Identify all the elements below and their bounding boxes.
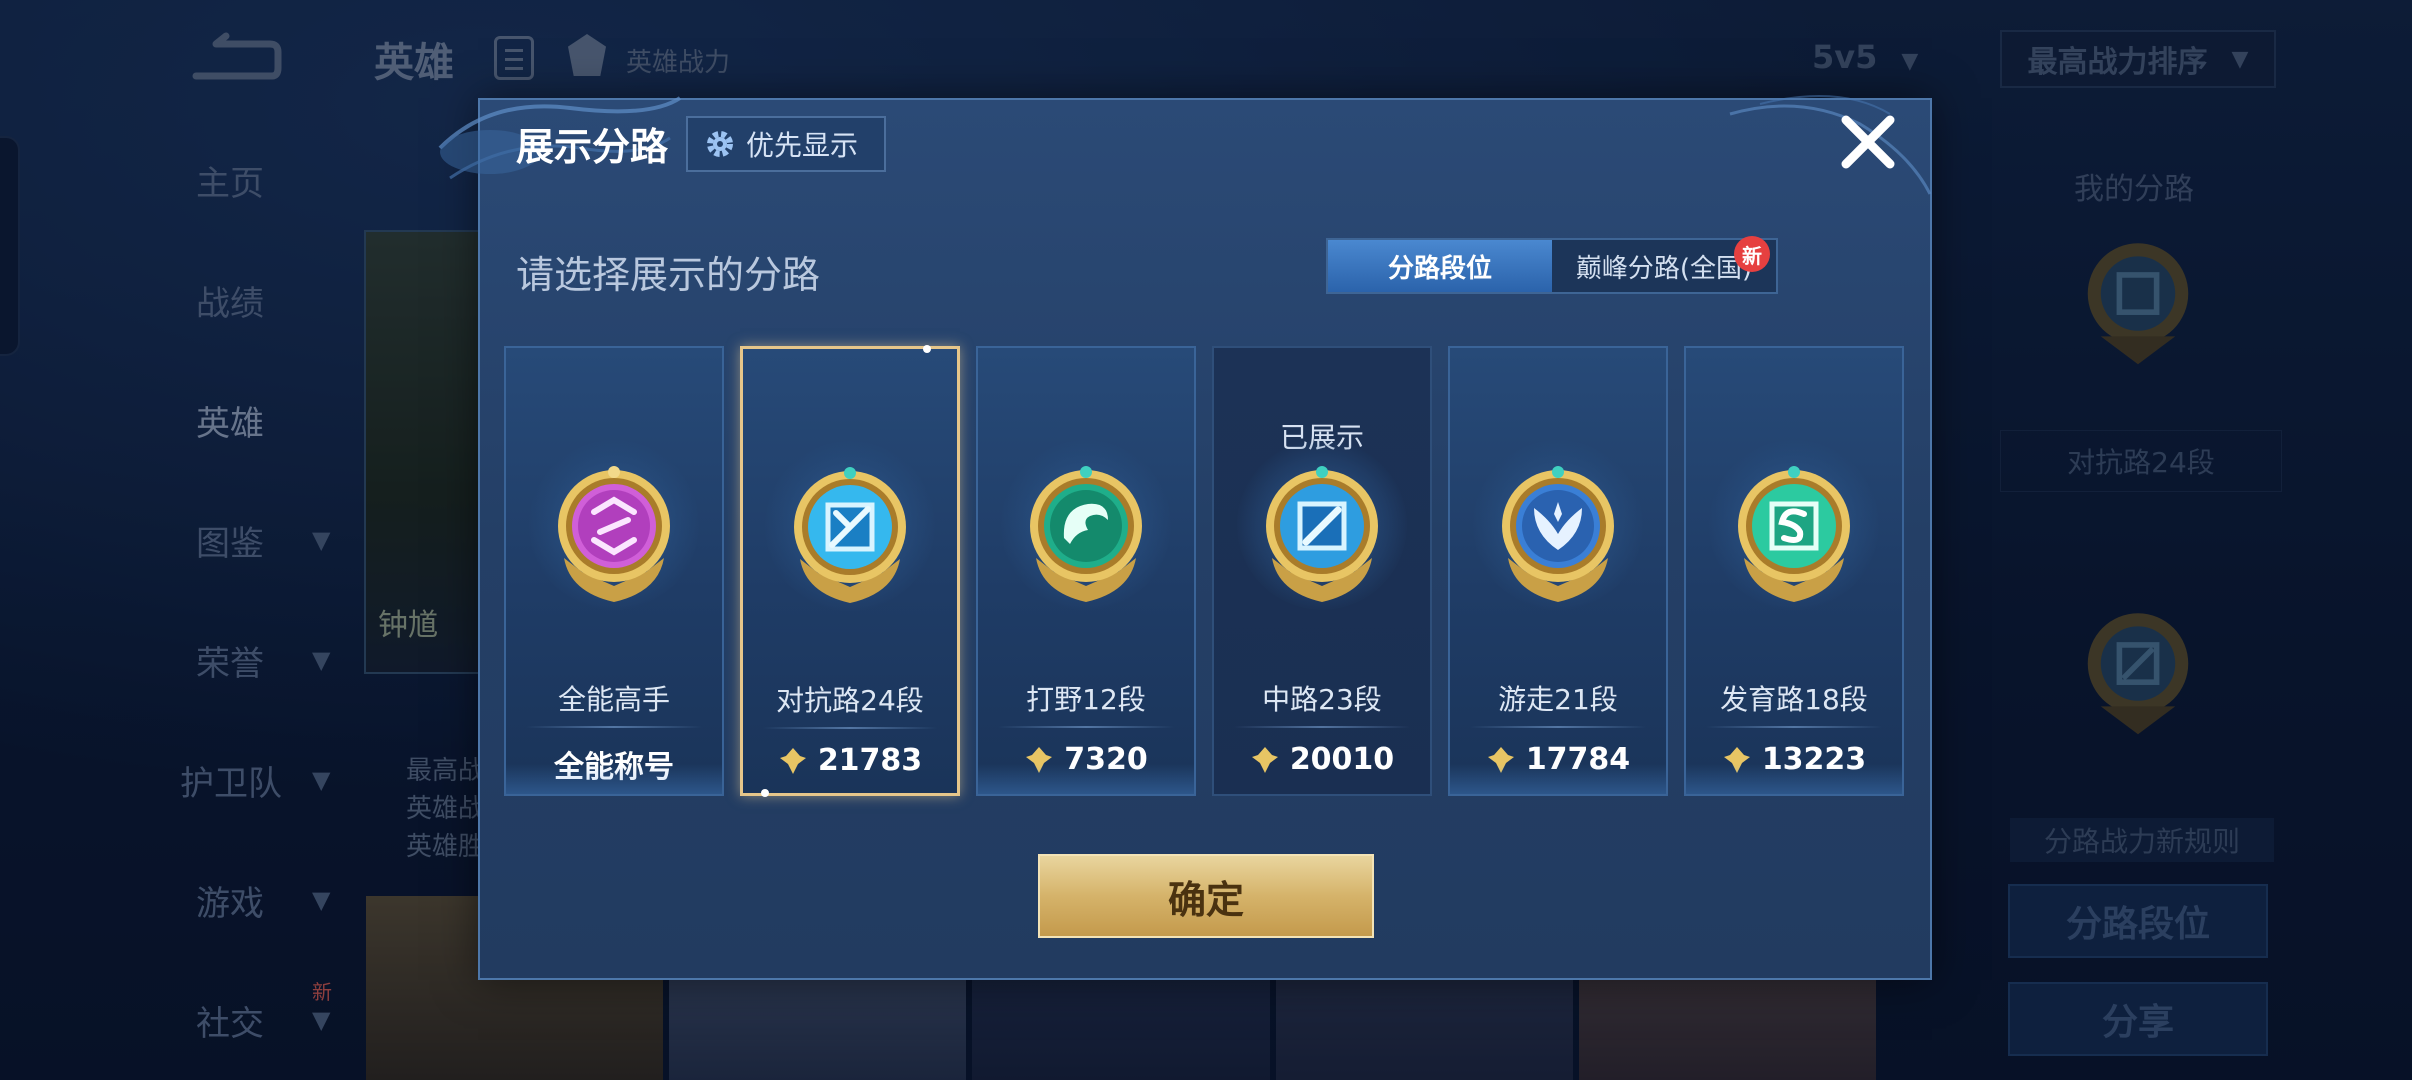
all-round-badge-icon bbox=[558, 466, 670, 602]
lane-score: 21783 bbox=[743, 743, 957, 778]
lane-tab-switch: 分路段位 巅峰分路(全国) bbox=[1326, 238, 1778, 294]
dialog-title: 展示分路 bbox=[516, 125, 669, 169]
lane-card-mid-lane[interactable]: 已展示 中路23段 20010 bbox=[1212, 346, 1432, 796]
lane-card-list: 全能高手 全能称号 对抗路24段 21783 bbox=[504, 345, 1908, 797]
new-badge: 新 bbox=[1734, 236, 1770, 272]
gear-icon bbox=[707, 131, 733, 157]
lane-score: 20010 bbox=[1214, 742, 1430, 777]
lane-name: 游走21段 bbox=[1498, 683, 1618, 716]
power-icon bbox=[779, 747, 806, 774]
lane-name: 中路23段 bbox=[1262, 683, 1382, 716]
lane-card-jungle[interactable]: 打野12段 7320 bbox=[976, 346, 1196, 796]
lane-name: 全能高手 bbox=[557, 683, 670, 716]
confirm-button[interactable]: 确定 bbox=[1038, 854, 1374, 938]
lane-name: 对抗路24段 bbox=[776, 684, 924, 717]
close-icon[interactable] bbox=[1838, 112, 1898, 172]
clash-lane-badge-icon bbox=[794, 467, 906, 603]
lane-card-all-round[interactable]: 全能高手 全能称号 bbox=[504, 346, 724, 796]
tab-lane-rank[interactable]: 分路段位 bbox=[1328, 240, 1552, 292]
lane-card-roam[interactable]: 游走21段 17784 bbox=[1448, 346, 1668, 796]
decorative-swirl-icon bbox=[1729, 95, 1932, 195]
dialog-subtitle: 请选择展示的分路 bbox=[516, 253, 821, 297]
lane-card-farm-lane[interactable]: 发育路18段 13223 bbox=[1684, 346, 1904, 796]
power-icon bbox=[1251, 746, 1278, 773]
roam-badge-icon bbox=[1502, 466, 1614, 602]
jungle-badge-icon bbox=[1030, 466, 1142, 602]
farm-lane-badge-icon bbox=[1738, 466, 1850, 602]
lane-name: 打野12段 bbox=[1026, 683, 1146, 716]
lane-name: 发育路18段 bbox=[1720, 683, 1868, 716]
lane-card-clash-lane[interactable]: 对抗路24段 21783 bbox=[740, 345, 960, 797]
mid-lane-badge-icon bbox=[1266, 466, 1378, 602]
priority-display-button[interactable]: 优先显示 bbox=[686, 116, 886, 172]
